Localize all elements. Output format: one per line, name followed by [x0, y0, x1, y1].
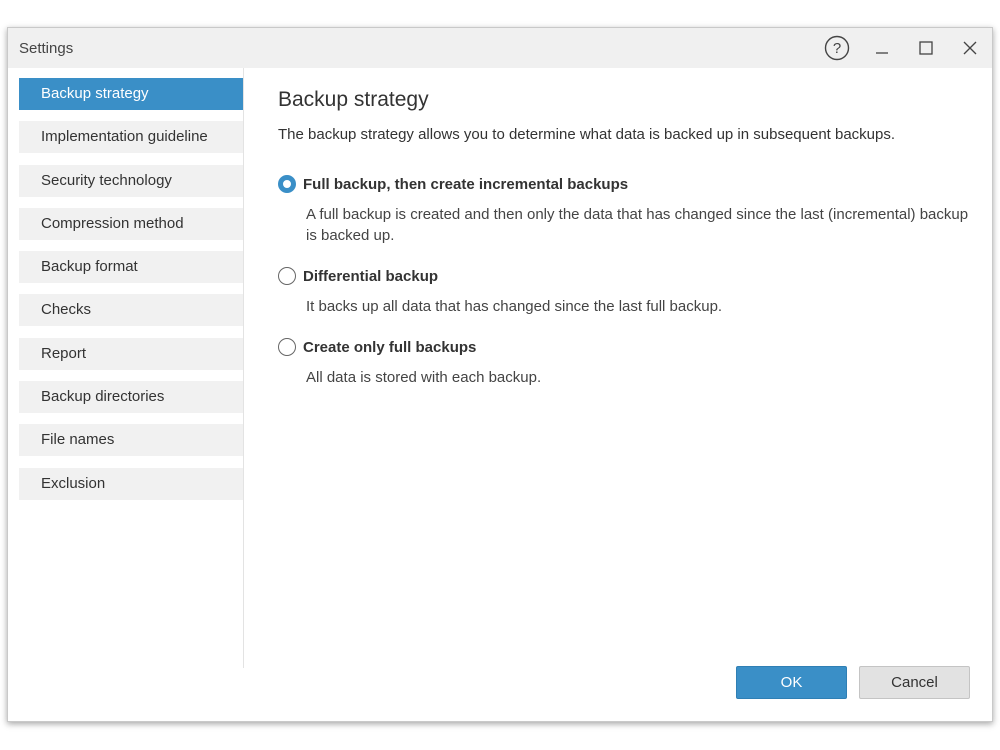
option-full-incremental: Full backup, then create incremental bac… — [278, 175, 972, 246]
cancel-button[interactable]: Cancel — [859, 666, 970, 699]
title-bar: Settings ? — [8, 28, 992, 68]
close-button[interactable] — [956, 34, 984, 62]
help-icon: ? — [824, 35, 850, 61]
sidebar-nav: Backup strategy Implementation guideline… — [19, 78, 243, 511]
sidebar-item-backup-format[interactable]: Backup format — [19, 251, 243, 284]
main-content: Backup strategy The backup strategy allo… — [278, 88, 972, 409]
option-description: A full backup is created and then only t… — [306, 206, 969, 244]
option-full-only-row[interactable]: Create only full backups — [278, 338, 972, 356]
option-label[interactable]: Create only full backups — [303, 339, 476, 356]
page-description: The backup strategy allows you to determ… — [278, 126, 896, 143]
option-differential-row[interactable]: Differential backup — [278, 267, 972, 285]
minimize-button[interactable] — [868, 34, 896, 62]
maximize-button[interactable] — [912, 34, 940, 62]
option-full-only: Create only full backups All data is sto… — [278, 338, 972, 388]
option-label[interactable]: Differential backup — [303, 268, 438, 285]
help-button[interactable]: ? — [823, 34, 851, 62]
sidebar-divider — [243, 68, 244, 668]
option-full-incremental-row[interactable]: Full backup, then create incremental bac… — [278, 175, 972, 193]
settings-window: Settings ? Backup strategy Implementatio… — [7, 27, 993, 722]
close-icon — [963, 41, 977, 55]
sidebar-item-report[interactable]: Report — [19, 337, 243, 370]
sidebar-item-security-technology[interactable]: Security technology — [19, 164, 243, 197]
radio-full-only[interactable] — [278, 338, 296, 356]
sidebar-item-compression-method[interactable]: Compression method — [19, 207, 243, 240]
radio-full-incremental[interactable] — [278, 175, 296, 193]
ok-button[interactable]: OK — [736, 666, 847, 699]
minimize-icon — [876, 52, 888, 54]
option-label[interactable]: Full backup, then create incremental bac… — [303, 176, 628, 193]
option-differential: Differential backup It backs up all data… — [278, 267, 972, 317]
svg-text:?: ? — [833, 40, 841, 57]
sidebar-item-backup-directories[interactable]: Backup directories — [19, 381, 243, 414]
sidebar-item-file-names[interactable]: File names — [19, 424, 243, 457]
option-description: It backs up all data that has changed si… — [306, 298, 723, 315]
sidebar-item-implementation-guideline[interactable]: Implementation guideline — [19, 121, 243, 154]
maximize-icon — [919, 41, 933, 55]
sidebar-item-checks[interactable]: Checks — [19, 294, 243, 327]
sidebar-item-exclusion[interactable]: Exclusion — [19, 467, 243, 500]
option-description: All data is stored with each backup. — [306, 369, 542, 386]
page-title: Backup strategy — [278, 88, 429, 111]
window-title: Settings — [19, 40, 74, 57]
radio-differential[interactable] — [278, 267, 296, 285]
sidebar-item-backup-strategy[interactable]: Backup strategy — [19, 78, 243, 110]
